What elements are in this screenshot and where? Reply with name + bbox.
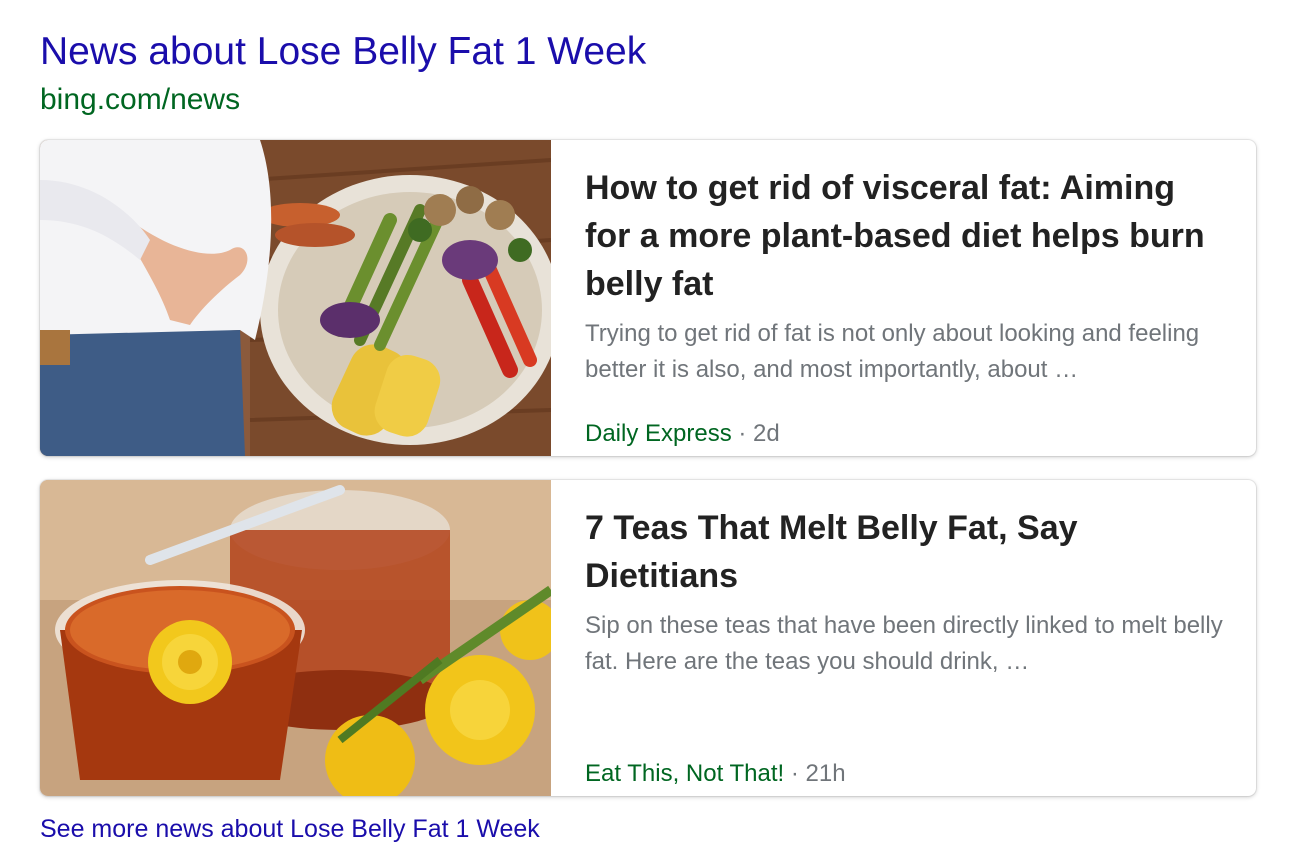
news-section-title-link[interactable]: News about Lose Belly Fat 1 Week [40,28,646,76]
article-meta: Eat This, Not That! · 21h [585,758,846,790]
news-card[interactable]: 7 Teas That Melt Belly Fat, Say Dietitia… [40,480,1256,796]
article-thumbnail-plant-based-platter[interactable] [40,140,551,456]
news-card[interactable]: How to get rid of visceral fat: Aiming f… [40,140,1256,456]
article-meta: Daily Express · 2d [585,418,780,450]
article-text: 7 Teas That Melt Belly Fat, Say Dietitia… [585,504,1226,787]
article-headline[interactable]: 7 Teas That Melt Belly Fat, Say Dietitia… [585,504,1226,600]
article-headline[interactable]: How to get rid of visceral fat: Aiming f… [585,164,1226,308]
meta-separator: · [784,760,806,787]
article-age: 2d [753,420,780,447]
article-text: How to get rid of visceral fat: Aiming f… [585,164,1226,447]
dandelion-tea-image [40,480,551,796]
article-snippet: Trying to get rid of fat is not only abo… [585,320,1200,383]
news-source-url: bing.com/news [40,83,241,116]
article-source: Daily Express [585,420,732,447]
see-more-news-link[interactable]: See more news about Lose Belly Fat 1 Wee… [40,812,540,846]
meta-separator: · [731,420,754,447]
plant-platter-image [40,140,551,456]
article-source: Eat This, Not That! [585,760,785,787]
article-snippet: Sip on these teas that have been directl… [585,612,1223,675]
article-age: 21h [805,760,846,787]
article-thumbnail-dandelion-tea[interactable] [40,480,551,796]
